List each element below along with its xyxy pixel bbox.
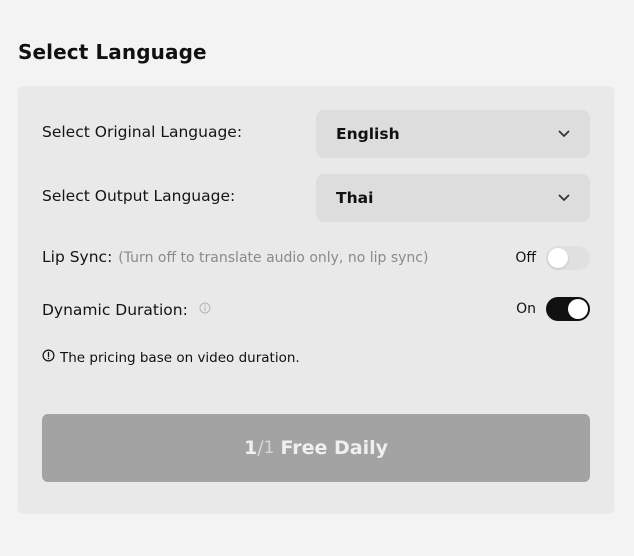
dynamic-duration-label: Dynamic Duration: [42, 301, 188, 319]
free-daily-total: 1 [263, 438, 275, 458]
dynamic-duration-toggle[interactable] [546, 297, 590, 321]
pricing-note: The pricing base on video duration. [42, 349, 300, 366]
lip-sync-hint: (Turn off to translate audio only, no li… [118, 250, 429, 266]
pricing-note-text: The pricing base on video duration. [60, 349, 300, 366]
lip-sync-toggle-group: Off [515, 246, 590, 270]
dynamic-duration-toggle-group: On [516, 297, 590, 321]
page-title: Select Language [18, 40, 207, 64]
alert-circle-icon [42, 349, 55, 366]
dynamic-duration-row: Dynamic Duration: [42, 300, 211, 319]
original-language-value: English [336, 125, 400, 143]
toggle-knob [548, 248, 568, 268]
output-language-label: Select Output Language: [42, 187, 236, 205]
toggle-knob [568, 299, 588, 319]
chevron-down-icon [558, 128, 570, 140]
free-daily-button[interactable]: 1/1 Free Daily [42, 414, 590, 482]
free-daily-used: 1 [244, 437, 258, 459]
lip-sync-row: Lip Sync: (Turn off to translate audio on… [42, 248, 428, 266]
chevron-down-icon [558, 192, 570, 204]
original-language-select[interactable]: English [316, 110, 590, 158]
lip-sync-state: Off [515, 250, 536, 266]
info-icon[interactable] [199, 300, 211, 318]
free-daily-label: Free Daily [280, 437, 388, 459]
output-language-select[interactable]: Thai [316, 174, 590, 222]
output-language-value: Thai [336, 189, 374, 207]
dynamic-duration-state: On [516, 301, 536, 317]
lip-sync-toggle[interactable] [546, 246, 590, 270]
language-settings-panel: Select Original Language: English Select… [18, 86, 614, 514]
original-language-label: Select Original Language: [42, 123, 243, 141]
lip-sync-label: Lip Sync: [42, 248, 113, 266]
